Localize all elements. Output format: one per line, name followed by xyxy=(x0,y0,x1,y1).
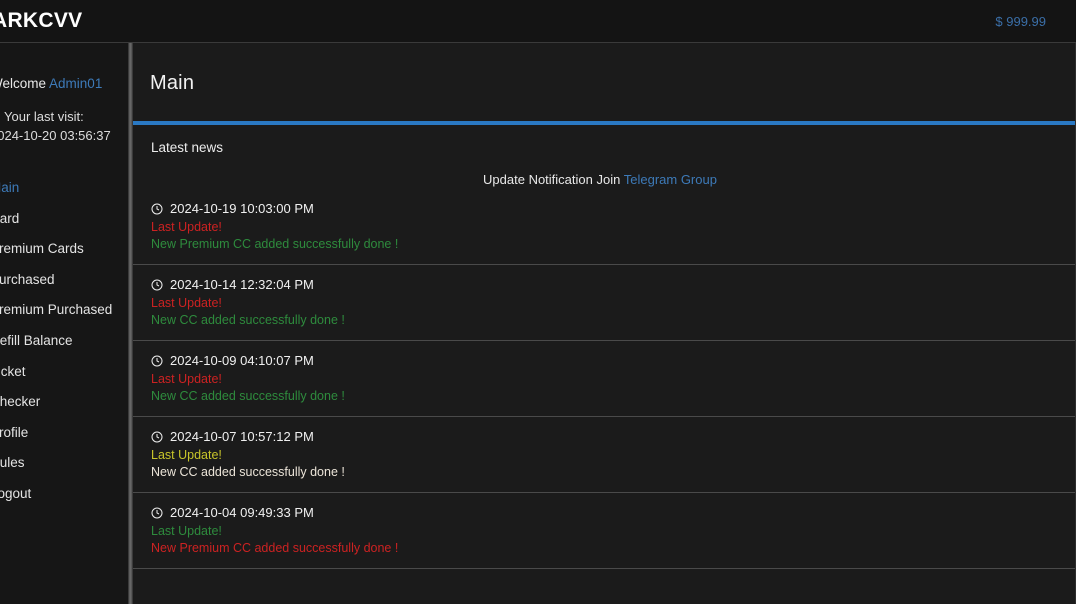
news-time-text: 2024-10-07 10:57:12 PM xyxy=(170,429,314,444)
welcome-row: Welcome Admin01 xyxy=(0,43,130,91)
news-message: New CC added successfully done ! xyxy=(151,313,345,327)
news-tag: Last Update! xyxy=(151,296,222,310)
last-visit-block: Your last visit: 2024-10-20 03:56:37 xyxy=(0,107,130,145)
notification-text: Update Notification Join xyxy=(483,172,621,187)
clock-icon xyxy=(151,279,163,290)
welcome-label: Welcome xyxy=(0,76,47,91)
sidebar-link-refill-balance[interactable]: Refill Balance xyxy=(0,326,130,357)
sidebar-item-ticket[interactable]: Ticket xyxy=(0,357,130,388)
section-title-latest-news: Latest news xyxy=(151,140,224,155)
news-item: 2024-10-09 04:10:07 PM Last Update! New … xyxy=(133,341,1075,417)
news-item: 2024-10-19 10:03:00 PM Last Update! New … xyxy=(133,187,1075,265)
news-time-text: 2024-10-09 04:10:07 PM xyxy=(170,353,314,368)
clock-icon xyxy=(151,431,163,442)
account-balance[interactable]: $ 999.99 xyxy=(995,14,1046,29)
clock-icon xyxy=(151,203,163,214)
news-tag: Last Update! xyxy=(151,372,222,386)
sidebar-link-card[interactable]: Card xyxy=(0,204,130,235)
sidebar-link-purchased[interactable]: Purchased xyxy=(0,265,130,296)
sidebar: Welcome Admin01 Your last visit: 2024-10… xyxy=(0,43,130,604)
news-timestamp-row: 2024-10-19 10:03:00 PM xyxy=(151,201,1075,216)
sidebar-nav: Main Card Premium Cards Purchased Premiu… xyxy=(0,173,130,510)
site-logo[interactable]: ARKCVV xyxy=(0,9,82,33)
sidebar-link-premium-purchased[interactable]: Premium Purchased xyxy=(0,295,130,326)
news-item: 2024-10-04 09:49:33 PM Last Update! New … xyxy=(133,493,1075,569)
sidebar-item-rules[interactable]: Rules xyxy=(0,448,130,479)
news-tag: Last Update! xyxy=(151,220,222,234)
last-visit-label: Your last visit: xyxy=(4,109,84,124)
news-message: New Premium CC added successfully done ! xyxy=(151,541,399,555)
update-notification-line: Update Notification Join Telegram Group xyxy=(133,155,1067,187)
news-message: New Premium CC added successfully done ! xyxy=(151,237,399,251)
sidebar-link-logout[interactable]: Logout xyxy=(0,479,130,510)
sidebar-link-premium-cards[interactable]: Premium Cards xyxy=(0,234,130,265)
sidebar-item-purchased[interactable]: Purchased xyxy=(0,265,130,296)
news-tag: Last Update! xyxy=(151,448,222,462)
news-time-text: 2024-10-04 09:49:33 PM xyxy=(170,505,314,520)
sidebar-item-profile[interactable]: Profile xyxy=(0,418,130,449)
sidebar-item-premium-cards[interactable]: Premium Cards xyxy=(0,234,130,265)
page-title: Main xyxy=(150,72,195,94)
main-content-panel: Main Latest news Update Notification Joi… xyxy=(133,43,1076,604)
sidebar-item-refill-balance[interactable]: Refill Balance xyxy=(0,326,130,357)
sidebar-item-card[interactable]: Card xyxy=(0,204,130,235)
telegram-group-link[interactable]: Telegram Group xyxy=(624,172,717,187)
sidebar-link-profile[interactable]: Profile xyxy=(0,418,130,449)
news-item: 2024-10-07 10:57:12 PM Last Update! New … xyxy=(133,417,1075,493)
news-message: New CC added successfully done ! xyxy=(151,465,345,479)
news-item: 2024-10-14 12:32:04 PM Last Update! New … xyxy=(133,265,1075,341)
sidebar-link-main[interactable]: Main xyxy=(0,173,130,204)
sidebar-item-checker[interactable]: Checker xyxy=(0,387,130,418)
clock-icon xyxy=(151,507,163,518)
news-timestamp-row: 2024-10-04 09:49:33 PM xyxy=(151,505,1075,520)
sidebar-link-rules[interactable]: Rules xyxy=(0,448,130,479)
sidebar-item-premium-purchased[interactable]: Premium Purchased xyxy=(0,295,130,326)
news-timestamp-row: 2024-10-09 04:10:07 PM xyxy=(151,353,1075,368)
news-message: New CC added successfully done ! xyxy=(151,389,345,403)
clock-icon xyxy=(151,355,163,366)
news-timestamp-row: 2024-10-14 12:32:04 PM xyxy=(151,277,1075,292)
sidebar-link-checker[interactable]: Checker xyxy=(0,387,130,418)
news-tag: Last Update! xyxy=(151,524,222,538)
news-time-text: 2024-10-14 12:32:04 PM xyxy=(170,277,314,292)
sidebar-item-main[interactable]: Main xyxy=(0,173,130,204)
username-link[interactable]: Admin01 xyxy=(49,76,102,91)
news-timestamp-row: 2024-10-07 10:57:12 PM xyxy=(151,429,1075,444)
sidebar-item-logout[interactable]: Logout xyxy=(0,479,130,510)
news-list: 2024-10-19 10:03:00 PM Last Update! New … xyxy=(133,187,1075,569)
sidebar-link-ticket[interactable]: Ticket xyxy=(0,357,130,388)
news-time-text: 2024-10-19 10:03:00 PM xyxy=(170,201,314,216)
last-visit-time: 2024-10-20 03:56:37 xyxy=(0,128,111,143)
top-header-bar: ARKCVV $ 999.99 xyxy=(0,0,1076,43)
